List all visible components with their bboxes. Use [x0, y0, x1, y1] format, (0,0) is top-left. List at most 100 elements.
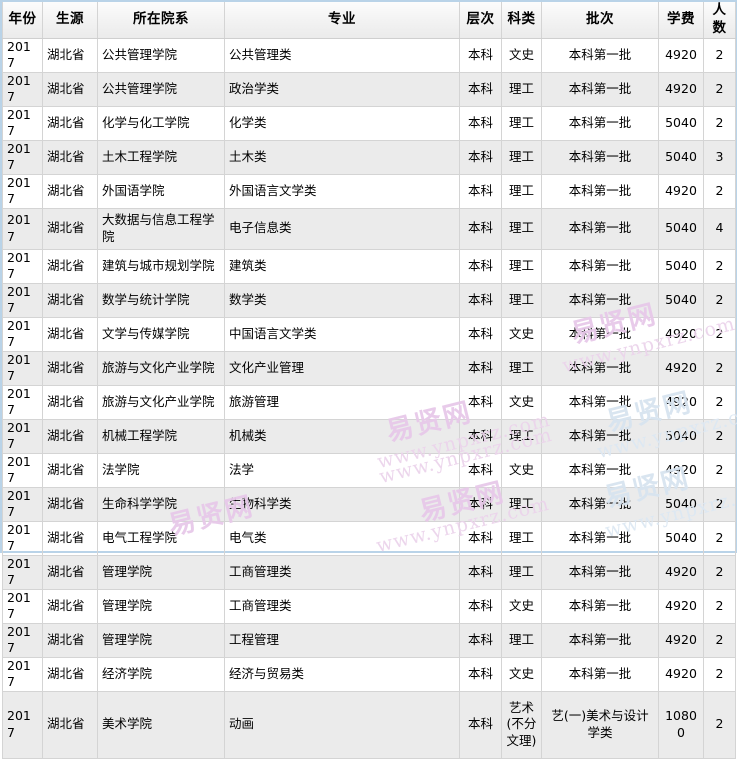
- cell-year: 2017: [2, 173, 43, 209]
- cell-major: 数学类: [224, 282, 460, 318]
- cell-src: 湖北省: [42, 139, 98, 175]
- cell-year: 2017: [2, 71, 43, 107]
- cell-level: 本科: [459, 37, 502, 73]
- table-row: 2017 湖北省 经济学院 经济与贸易类 本科 文史 本科第一批 4920 2: [2, 656, 736, 692]
- cell-major: 工商管理类: [224, 588, 460, 624]
- cell-fee: 4920: [658, 452, 704, 488]
- cell-fee: 4920: [658, 554, 704, 590]
- cell-dept: 建筑与城市规划学院: [97, 248, 225, 284]
- cell-major: 生物科学类: [224, 486, 460, 522]
- cell-batch: 本科第一批: [541, 37, 659, 73]
- cell-cat: 理工: [501, 282, 542, 318]
- cell-batch: 本科第一批: [541, 384, 659, 420]
- cell-batch: 本科第一批: [541, 486, 659, 522]
- table-header-row: 年份 生源 所在院系 专业 层次 科类 批次 学费 人数: [2, 2, 736, 39]
- cell-level: 本科: [459, 656, 502, 692]
- cell-dept: 电气工程学院: [97, 520, 225, 556]
- cell-batch: 本科第一批: [541, 588, 659, 624]
- cell-dept: 美术学院: [97, 690, 225, 759]
- cell-num: 2: [703, 418, 736, 454]
- cell-cat: 文史: [501, 452, 542, 488]
- cell-fee: 4920: [658, 37, 704, 73]
- cell-cat: 理工: [501, 173, 542, 209]
- cell-dept: 数学与统计学院: [97, 282, 225, 318]
- cell-batch: 本科第一批: [541, 207, 659, 250]
- table-row: 2017 湖北省 土木工程学院 土木类 本科 理工 本科第一批 5040 3: [2, 139, 736, 175]
- column-header-category: 科类: [501, 2, 542, 39]
- cell-cat: 理工: [501, 418, 542, 454]
- table-row: 2017 湖北省 美术学院 动画 本科 艺术(不分文理) 艺(一)美术与设计学类 10800 2: [2, 690, 736, 759]
- table-row: 2017 湖北省 文学与传媒学院 中国语言文学类 本科 文史 本科第一批 4920 2: [2, 316, 736, 352]
- cell-batch: 本科第一批: [541, 173, 659, 209]
- cell-num: 3: [703, 139, 736, 175]
- cell-cat: 文史: [501, 588, 542, 624]
- table-row: 2017 湖北省 管理学院 工程管理 本科 理工 本科第一批 4920 2: [2, 622, 736, 658]
- cell-batch: 本科第一批: [541, 350, 659, 386]
- cell-year: 2017: [2, 622, 43, 658]
- cell-level: 本科: [459, 384, 502, 420]
- cell-fee: 5040: [658, 248, 704, 284]
- cell-dept: 管理学院: [97, 622, 225, 658]
- column-header-batch: 批次: [541, 2, 659, 39]
- cell-batch: 本科第一批: [541, 105, 659, 141]
- cell-fee: 5040: [658, 520, 704, 556]
- cell-major: 法学: [224, 452, 460, 488]
- cell-dept: 外国语学院: [97, 173, 225, 209]
- cell-batch: 本科第一批: [541, 139, 659, 175]
- cell-num: 2: [703, 71, 736, 107]
- cell-num: 2: [703, 350, 736, 386]
- cell-fee: 4920: [658, 656, 704, 692]
- cell-year: 2017: [2, 690, 43, 759]
- cell-major: 电子信息类: [224, 207, 460, 250]
- cell-batch: 本科第一批: [541, 282, 659, 318]
- cell-year: 2017: [2, 37, 43, 73]
- cell-fee: 4920: [658, 350, 704, 386]
- cell-cat: 文史: [501, 384, 542, 420]
- cell-src: 湖北省: [42, 486, 98, 522]
- cell-major: 政治学类: [224, 71, 460, 107]
- cell-dept: 机械工程学院: [97, 418, 225, 454]
- cell-level: 本科: [459, 418, 502, 454]
- cell-num: 2: [703, 554, 736, 590]
- cell-year: 2017: [2, 207, 43, 250]
- cell-fee: 5040: [658, 418, 704, 454]
- cell-src: 湖北省: [42, 452, 98, 488]
- cell-cat: 理工: [501, 248, 542, 284]
- cell-batch: 本科第一批: [541, 248, 659, 284]
- cell-cat: 理工: [501, 350, 542, 386]
- cell-year: 2017: [2, 384, 43, 420]
- cell-level: 本科: [459, 520, 502, 556]
- cell-src: 湖北省: [42, 622, 98, 658]
- cell-fee: 4920: [658, 622, 704, 658]
- cell-batch: 艺(一)美术与设计学类: [541, 690, 659, 759]
- cell-level: 本科: [459, 173, 502, 209]
- cell-level: 本科: [459, 207, 502, 250]
- cell-dept: 经济学院: [97, 656, 225, 692]
- cell-level: 本科: [459, 71, 502, 107]
- table-row: 2017 湖北省 旅游与文化产业学院 文化产业管理 本科 理工 本科第一批 4920 2: [2, 350, 736, 386]
- cell-cat: 理工: [501, 105, 542, 141]
- cell-batch: 本科第一批: [541, 316, 659, 352]
- cell-batch: 本科第一批: [541, 554, 659, 590]
- cell-num: 4: [703, 207, 736, 250]
- cell-major: 旅游管理: [224, 384, 460, 420]
- table-row: 2017 湖北省 旅游与文化产业学院 旅游管理 本科 文史 本科第一批 4920 2: [2, 384, 736, 420]
- column-header-level: 层次: [459, 2, 502, 39]
- cell-level: 本科: [459, 554, 502, 590]
- column-header-count: 人数: [703, 2, 736, 39]
- cell-num: 2: [703, 37, 736, 73]
- cell-major: 土木类: [224, 139, 460, 175]
- table-row: 2017 湖北省 建筑与城市规划学院 建筑类 本科 理工 本科第一批 5040 2: [2, 248, 736, 284]
- cell-src: 湖北省: [42, 656, 98, 692]
- cell-cat: 文史: [501, 316, 542, 352]
- cell-cat: 文史: [501, 656, 542, 692]
- cell-num: 2: [703, 282, 736, 318]
- cell-batch: 本科第一批: [541, 622, 659, 658]
- cell-dept: 旅游与文化产业学院: [97, 350, 225, 386]
- cell-fee: 5040: [658, 139, 704, 175]
- cell-fee: 4920: [658, 173, 704, 209]
- column-header-tuition: 学费: [658, 2, 704, 39]
- cell-cat: 艺术(不分文理): [501, 690, 542, 759]
- cell-cat: 理工: [501, 520, 542, 556]
- cell-dept: 公共管理学院: [97, 37, 225, 73]
